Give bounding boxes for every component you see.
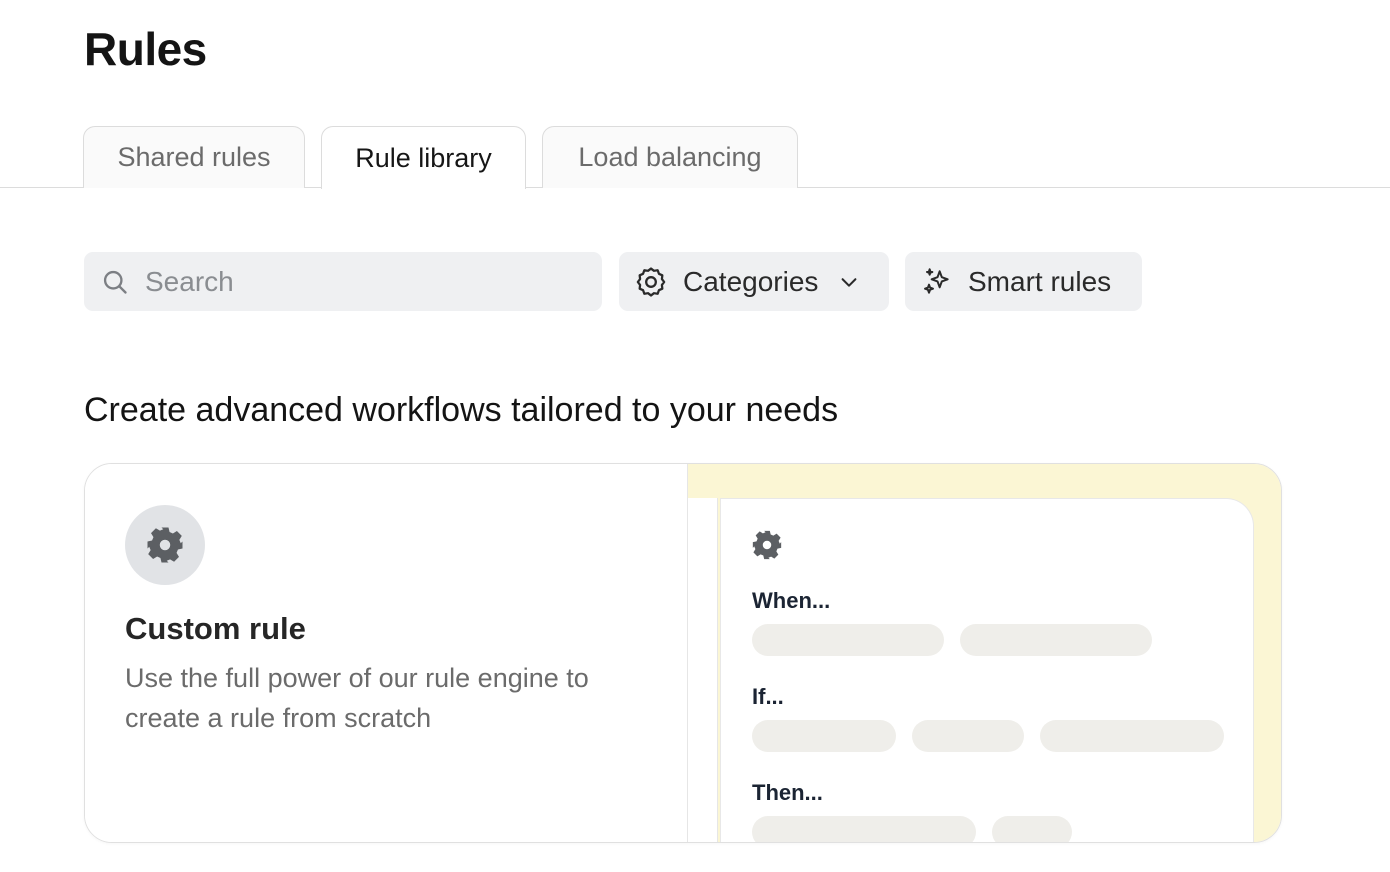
- tab-load-balancing[interactable]: Load balancing: [542, 126, 798, 188]
- chevron-down-icon: [841, 277, 857, 287]
- skeleton-bar: [960, 624, 1152, 656]
- skeleton-bar: [752, 624, 944, 656]
- card-icon-container: [125, 505, 205, 585]
- section-heading: Create advanced workflows tailored to yo…: [84, 391, 839, 429]
- page-title: Rules: [84, 23, 207, 75]
- card-title: Custom rule: [125, 611, 306, 646]
- preview-panel: When... If... Then...: [720, 498, 1254, 842]
- search-box[interactable]: [84, 252, 602, 311]
- skeleton-bar: [912, 720, 1024, 752]
- search-icon: [103, 270, 127, 294]
- tab-bar: Shared rules Rule library Load balancing: [0, 126, 1390, 189]
- smart-rules-label: Smart rules: [968, 265, 1112, 297]
- preview-side-strip: [688, 498, 718, 842]
- skeleton-bar: [992, 816, 1072, 842]
- custom-rule-card[interactable]: Custom rule Use the full power of our ru…: [84, 463, 1282, 843]
- preview-when-label: When...: [752, 588, 831, 613]
- gear-outline-icon: [636, 266, 666, 297]
- tab-rule-library[interactable]: Rule library: [321, 126, 526, 189]
- tab-shared-rules[interactable]: Shared rules: [83, 126, 305, 188]
- sparkles-icon: [924, 267, 949, 294]
- gear-icon: [147, 527, 183, 563]
- skeleton-bar: [752, 720, 896, 752]
- gear-icon: [752, 530, 782, 560]
- card-content: Custom rule Use the full power of our ru…: [85, 464, 687, 842]
- categories-dropdown[interactable]: Categories: [619, 252, 889, 311]
- search-input[interactable]: [145, 265, 565, 298]
- rule-preview-illustration: When... If... Then...: [687, 464, 1281, 842]
- categories-label: Categories: [683, 265, 819, 297]
- preview-then-label: Then...: [752, 780, 823, 805]
- card-description: Use the full power of our rule engine to…: [125, 663, 589, 733]
- preview-if-label: If...: [752, 684, 784, 709]
- smart-rules-button[interactable]: Smart rules: [905, 252, 1142, 311]
- skeleton-bar: [752, 816, 976, 842]
- skeleton-bar: [1040, 720, 1224, 752]
